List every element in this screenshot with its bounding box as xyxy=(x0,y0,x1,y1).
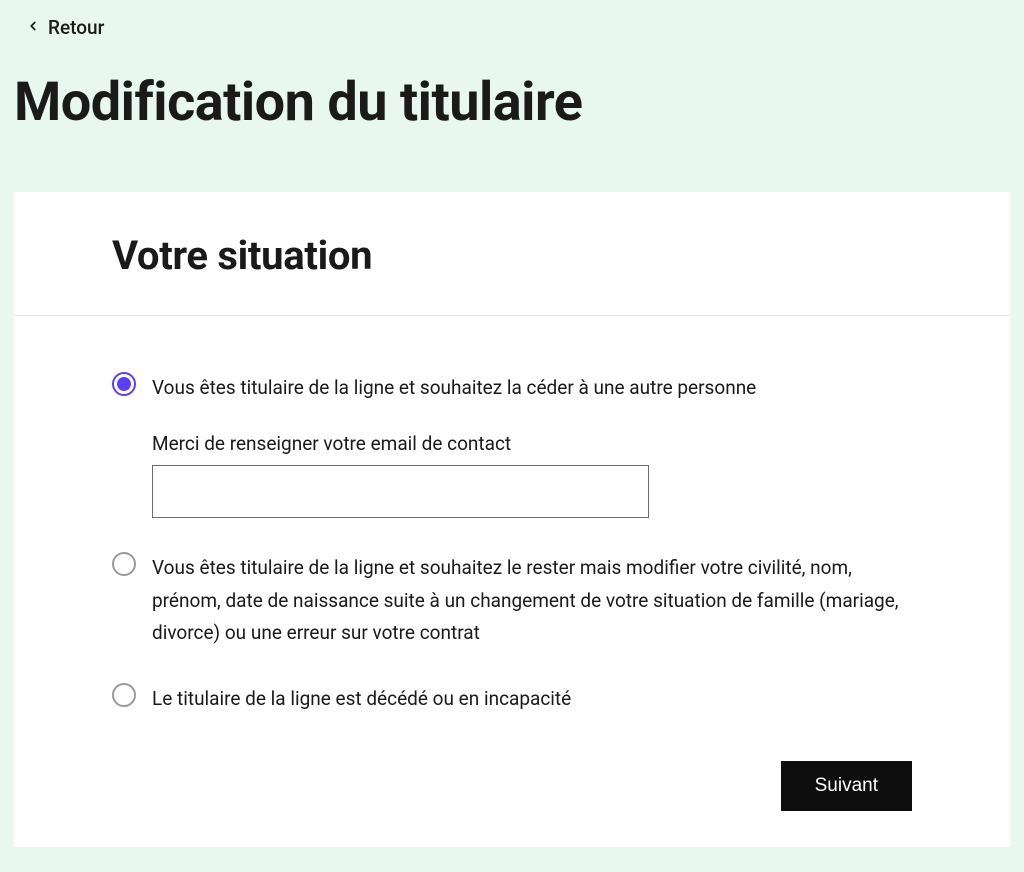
radio-content: Le titulaire de la ligne est décédé ou e… xyxy=(152,683,912,715)
radio-label-modify[interactable]: Vous êtes titulaire de la ligne et souha… xyxy=(152,552,912,649)
email-label: Merci de renseigner votre email de conta… xyxy=(152,432,912,455)
card-body: Vous êtes titulaire de la ligne et souha… xyxy=(14,316,1010,715)
radio-option-deceased: Le titulaire de la ligne est décédé ou e… xyxy=(112,683,912,715)
radio-content: Vous êtes titulaire de la ligne et souha… xyxy=(152,552,912,649)
page-title: Modification du titulaire xyxy=(14,71,1010,134)
radio-label-transfer[interactable]: Vous êtes titulaire de la ligne et souha… xyxy=(152,372,912,404)
chevron-left-icon xyxy=(26,18,40,37)
radio-modify[interactable] xyxy=(112,552,136,576)
radio-option-transfer: Vous êtes titulaire de la ligne et souha… xyxy=(112,372,912,518)
email-field-wrap: Merci de renseigner votre email de conta… xyxy=(152,432,912,518)
card-header: Votre situation xyxy=(14,192,1010,316)
radio-label-deceased[interactable]: Le titulaire de la ligne est décédé ou e… xyxy=(152,683,912,715)
actions-row: Suivant xyxy=(14,749,1010,811)
radio-option-modify: Vous êtes titulaire de la ligne et souha… xyxy=(112,552,912,649)
back-link[interactable]: Retour xyxy=(26,12,104,43)
radio-deceased[interactable] xyxy=(112,683,136,707)
back-label: Retour xyxy=(48,16,104,39)
radio-content: Vous êtes titulaire de la ligne et souha… xyxy=(152,372,912,518)
situation-card: Votre situation Vous êtes titulaire de l… xyxy=(14,192,1010,847)
next-button[interactable]: Suivant xyxy=(781,761,912,811)
radio-transfer[interactable] xyxy=(112,372,136,396)
card-title: Votre situation xyxy=(112,232,912,279)
email-input[interactable] xyxy=(152,465,649,518)
